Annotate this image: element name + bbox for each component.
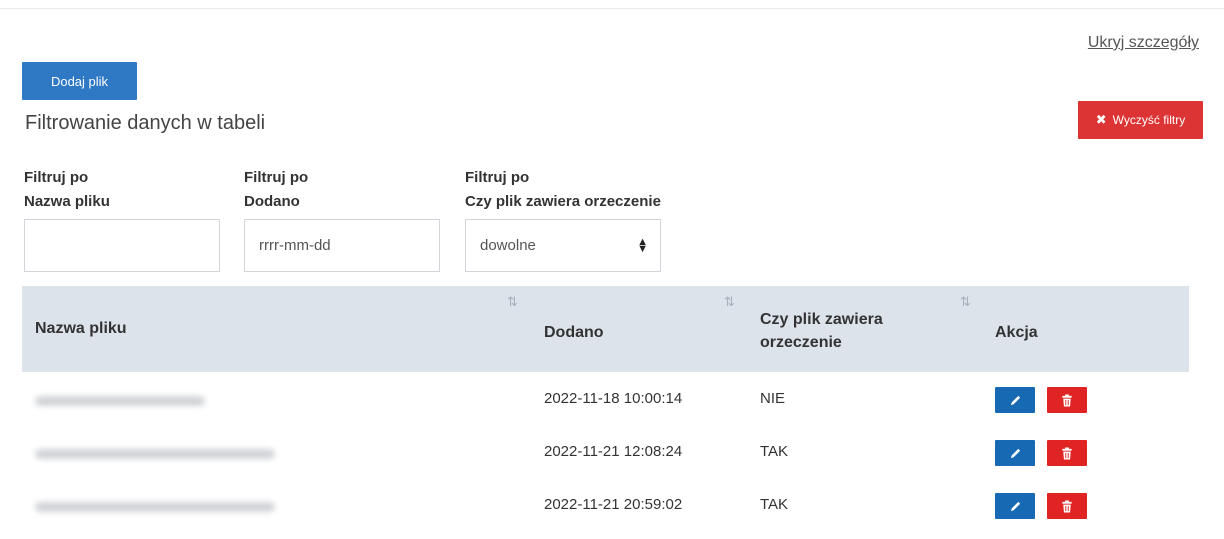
edit-button[interactable] bbox=[995, 387, 1035, 413]
table-row: 2022-11-21 12:08:24 TAK bbox=[22, 427, 1189, 480]
column-header-line: orzeczenie bbox=[760, 334, 842, 351]
date-placeholder: rrrr-mm-dd bbox=[259, 237, 331, 254]
table-row: 2022-11-18 10:00:14 NIE bbox=[22, 374, 1189, 427]
ruling-cell: TAK bbox=[760, 443, 789, 460]
added-cell: 2022-11-21 20:59:02 bbox=[544, 496, 683, 513]
filter-contains-ruling: Filtruj po Czy plik zawiera orzeczenie d… bbox=[465, 166, 661, 272]
pencil-icon bbox=[1010, 395, 1020, 405]
filter-label-prefix: Filtruj po bbox=[244, 169, 309, 186]
filter-label-field: Czy plik zawiera orzeczenie bbox=[465, 193, 661, 210]
table-header: Nazwa pliku ⇅ Dodano ⇅ Czy plik zawiera … bbox=[22, 286, 1189, 372]
ruling-select-value: dowolne bbox=[480, 237, 536, 254]
ruling-cell: NIE bbox=[760, 390, 786, 407]
filter-file-name: Filtruj po Nazwa pliku bbox=[24, 166, 220, 272]
added-cell: 2022-11-21 12:08:24 bbox=[544, 443, 683, 460]
trash-icon bbox=[1062, 499, 1072, 513]
delete-button[interactable] bbox=[1047, 493, 1087, 519]
edit-button[interactable] bbox=[995, 440, 1035, 466]
blurred-file-name bbox=[35, 396, 205, 406]
close-icon: ✖ bbox=[1095, 112, 1107, 127]
file-name-filter-input[interactable] bbox=[24, 219, 220, 272]
filter-date-added: Filtruj po Dodano rrrr-mm-dd bbox=[244, 166, 440, 272]
clear-filters-button[interactable]: ✖ Wyczyść filtry bbox=[1078, 101, 1203, 139]
delete-button[interactable] bbox=[1047, 387, 1087, 413]
column-header-action: Akcja bbox=[995, 324, 1038, 341]
date-filter-input[interactable]: rrrr-mm-dd bbox=[244, 219, 440, 272]
trash-icon bbox=[1062, 446, 1072, 460]
sort-icon[interactable]: ⇅ bbox=[507, 294, 518, 310]
ruling-filter-select[interactable]: dowolne ▲ ▼ bbox=[465, 219, 661, 272]
blurred-file-name bbox=[35, 502, 275, 512]
column-header-added[interactable]: Dodano bbox=[544, 321, 604, 344]
filter-label-field: Dodano bbox=[244, 193, 300, 210]
blurred-file-name bbox=[35, 449, 275, 459]
table-row: 2022-11-21 20:59:02 TAK bbox=[22, 480, 1189, 533]
add-file-label: Dodaj plik bbox=[50, 73, 109, 89]
delete-button[interactable] bbox=[1047, 440, 1087, 466]
sort-icon[interactable]: ⇅ bbox=[960, 294, 971, 310]
updown-icon: ▲ ▼ bbox=[637, 235, 648, 255]
add-file-button[interactable]: Dodaj plik bbox=[22, 62, 137, 100]
hide-details-link[interactable]: Ukryj szczegóły bbox=[1088, 34, 1199, 52]
filter-label-prefix: Filtruj po bbox=[465, 169, 530, 186]
trash-icon bbox=[1062, 393, 1072, 407]
sort-icon[interactable]: ⇅ bbox=[724, 294, 735, 310]
ruling-cell: TAK bbox=[760, 496, 789, 513]
column-header-file-name[interactable]: Nazwa pliku bbox=[35, 317, 127, 340]
added-cell: 2022-11-18 10:00:14 bbox=[544, 390, 683, 407]
filter-label-prefix: Filtruj po bbox=[24, 169, 89, 186]
filter-section-title: Filtrowanie danych w tabeli bbox=[25, 112, 266, 134]
pencil-icon bbox=[1010, 501, 1020, 511]
edit-button[interactable] bbox=[995, 493, 1035, 519]
pencil-icon bbox=[1010, 448, 1020, 458]
column-header-line: Czy plik zawiera bbox=[760, 311, 883, 328]
clear-filters-label: Wyczyść filtry bbox=[1112, 113, 1186, 127]
filter-label-field: Nazwa pliku bbox=[24, 193, 110, 210]
top-divider bbox=[0, 8, 1224, 9]
column-header-contains-ruling[interactable]: Czy plik zawiera orzeczenie bbox=[760, 308, 883, 354]
